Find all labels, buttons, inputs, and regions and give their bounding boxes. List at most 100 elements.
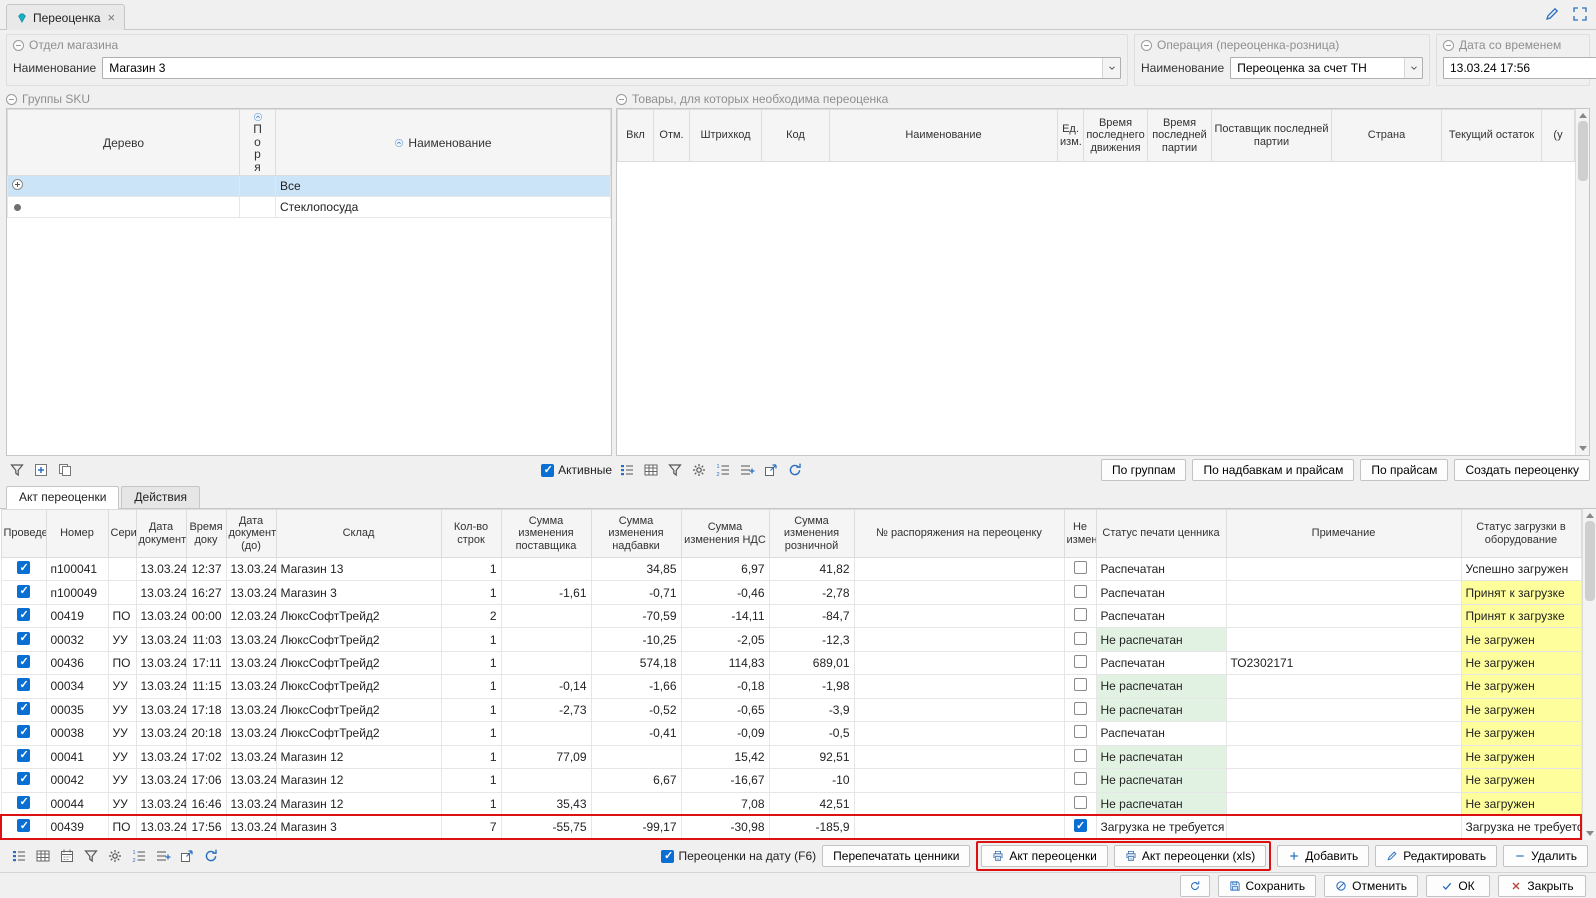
acts-column-header[interactable]: № распоряжения на переоценку — [854, 510, 1064, 558]
collapse-icon[interactable] — [6, 94, 17, 105]
products-column-header[interactable]: Код — [762, 110, 830, 162]
by-markups-pricelists-button[interactable]: По надбавкам и прайсам — [1192, 459, 1354, 481]
export-icon[interactable] — [176, 845, 198, 867]
edit-button[interactable]: Редактировать — [1375, 845, 1497, 867]
products-column-header[interactable]: Штрихкод — [690, 110, 762, 162]
filter-icon[interactable] — [664, 459, 686, 481]
posted-checkbox[interactable] — [17, 678, 30, 691]
no-change-checkbox[interactable] — [1074, 772, 1087, 785]
acts-row[interactable]: п10004913.03.2416:2713.03.24Магазин 31-1… — [1, 581, 1581, 604]
revaluations-on-date-checkbox[interactable] — [661, 850, 674, 863]
rows-icon[interactable] — [152, 845, 174, 867]
no-change-checkbox[interactable] — [1074, 702, 1087, 715]
save-button[interactable]: Сохранить — [1218, 875, 1317, 897]
add-icon[interactable] — [30, 459, 52, 481]
acts-column-header[interactable]: Не изменять — [1064, 510, 1096, 558]
no-change-checkbox[interactable] — [1074, 608, 1087, 621]
store-name-input[interactable] — [102, 57, 1121, 79]
posted-checkbox[interactable] — [17, 655, 30, 668]
collapse-icon[interactable] — [1141, 40, 1152, 51]
acts-row[interactable]: 00034УУ13.03.2411:1513.03.24ЛюксСофтТрей… — [1, 675, 1581, 698]
products-column-header[interactable]: Страна — [1332, 110, 1442, 162]
sku-group-row[interactable]: Все — [8, 176, 611, 197]
close-button[interactable]: Закрыть — [1498, 875, 1586, 897]
acts-column-header[interactable]: Сумма изменения НДС — [681, 510, 769, 558]
acts-row[interactable]: 00038УУ13.03.2420:1813.03.24ЛюксСофтТрей… — [1, 722, 1581, 745]
sku-column-name[interactable]: Наименование — [276, 110, 611, 176]
fullscreen-icon[interactable] — [1570, 4, 1590, 24]
tab-actions[interactable]: Действия — [121, 486, 200, 508]
scroll-thumb[interactable] — [1578, 121, 1588, 181]
no-change-checkbox[interactable] — [1074, 796, 1087, 809]
numbered-list-icon[interactable] — [712, 459, 734, 481]
calendar-icon[interactable] — [56, 845, 78, 867]
no-change-checkbox[interactable] — [1074, 725, 1087, 738]
products-column-header[interactable]: Ед. изм. — [1058, 110, 1084, 162]
refresh-icon[interactable] — [200, 845, 222, 867]
copy-icon[interactable] — [54, 459, 76, 481]
refresh-button[interactable] — [1180, 875, 1210, 897]
operation-dropdown-icon[interactable] — [1404, 58, 1422, 78]
collapse-icon[interactable] — [1443, 40, 1454, 51]
operation-name-input[interactable] — [1230, 57, 1423, 79]
acts-column-header[interactable]: Статус печати ценника — [1096, 510, 1226, 558]
acts-column-header[interactable]: Сумма изменения розничной — [769, 510, 854, 558]
expand-node-icon[interactable] — [12, 179, 23, 190]
posted-checkbox[interactable] — [17, 749, 30, 762]
cancel-button[interactable]: Отменить — [1324, 875, 1418, 897]
acts-row[interactable]: 00044УУ13.03.2416:4613.03.24Магазин 1213… — [1, 792, 1581, 815]
acts-row[interactable]: 00436ПО13.03.2417:1113.03.24ЛюксСофтТрей… — [1, 651, 1581, 674]
collapse-icon[interactable] — [13, 40, 24, 51]
scroll-down-icon[interactable] — [1586, 831, 1594, 836]
scroll-down-icon[interactable] — [1579, 446, 1587, 451]
active-checkbox[interactable] — [541, 464, 554, 477]
acts-column-header[interactable]: Склад — [276, 510, 441, 558]
active-filter[interactable]: Активные — [541, 463, 612, 477]
store-dropdown-icon[interactable] — [1102, 58, 1120, 78]
filter-icon[interactable] — [6, 459, 28, 481]
products-column-header[interactable]: Поставщик последней партии — [1212, 110, 1332, 162]
acts-column-header[interactable]: Дата документа (до) — [226, 510, 276, 558]
by-groups-button[interactable]: По группам — [1101, 459, 1186, 481]
no-change-checkbox[interactable] — [1074, 819, 1087, 832]
scroll-up-icon[interactable] — [1586, 513, 1594, 518]
revaluations-on-date-filter[interactable]: Переоценки на дату (F6) — [661, 849, 816, 863]
acts-column-header[interactable]: Кол-во строк — [441, 510, 501, 558]
acts-row[interactable]: 00041УУ13.03.2417:0213.03.24Магазин 1217… — [1, 745, 1581, 768]
collapse-icon[interactable] — [616, 94, 627, 105]
acts-row[interactable]: 00035УУ13.03.2417:1813.03.24ЛюксСофтТрей… — [1, 698, 1581, 721]
numbered-list-icon[interactable] — [128, 845, 150, 867]
acts-row[interactable]: 00032УУ13.03.2411:0313.03.24ЛюксСофтТрей… — [1, 628, 1581, 651]
acts-row[interactable]: 00439ПО13.03.2417:5613.03.24Магазин 37-5… — [1, 815, 1581, 839]
posted-checkbox[interactable] — [17, 585, 30, 598]
tab-close-icon[interactable]: × — [108, 11, 116, 24]
acts-column-header[interactable]: Дата документа — [136, 510, 186, 558]
export-icon[interactable] — [760, 459, 782, 481]
acts-column-header[interactable]: Проведен — [1, 510, 46, 558]
ok-button[interactable]: ОК — [1426, 875, 1490, 897]
posted-checkbox[interactable] — [17, 608, 30, 621]
products-column-header[interactable]: Время последнего движения — [1084, 110, 1148, 162]
edit-icon[interactable] — [1542, 4, 1562, 24]
acts-row[interactable]: п10004113.03.2412:3713.03.24Магазин 1313… — [1, 558, 1581, 581]
datetime-input[interactable] — [1443, 57, 1596, 79]
acts-column-header[interactable]: Сумма изменения надбавки — [591, 510, 681, 558]
acts-column-header[interactable]: Сумма изменения поставщика — [501, 510, 591, 558]
scroll-thumb[interactable] — [1585, 521, 1595, 601]
products-column-header[interactable]: (у — [1542, 110, 1575, 162]
posted-checkbox[interactable] — [17, 772, 30, 785]
products-column-header[interactable]: Вкл — [618, 110, 654, 162]
acts-column-header[interactable]: Номер — [46, 510, 108, 558]
products-column-header[interactable]: Текущий остаток — [1442, 110, 1542, 162]
by-pricelists-button[interactable]: По прайсам — [1360, 459, 1448, 481]
no-change-checkbox[interactable] — [1074, 749, 1087, 762]
no-change-checkbox[interactable] — [1074, 585, 1087, 598]
posted-checkbox[interactable] — [17, 796, 30, 809]
filter-icon[interactable] — [80, 845, 102, 867]
no-change-checkbox[interactable] — [1074, 632, 1087, 645]
acts-scrollbar[interactable] — [1582, 509, 1596, 840]
no-change-checkbox[interactable] — [1074, 561, 1087, 574]
add-button[interactable]: Добавить — [1277, 845, 1369, 867]
products-scrollbar[interactable] — [1575, 109, 1589, 455]
products-column-header[interactable]: Отм. — [654, 110, 690, 162]
